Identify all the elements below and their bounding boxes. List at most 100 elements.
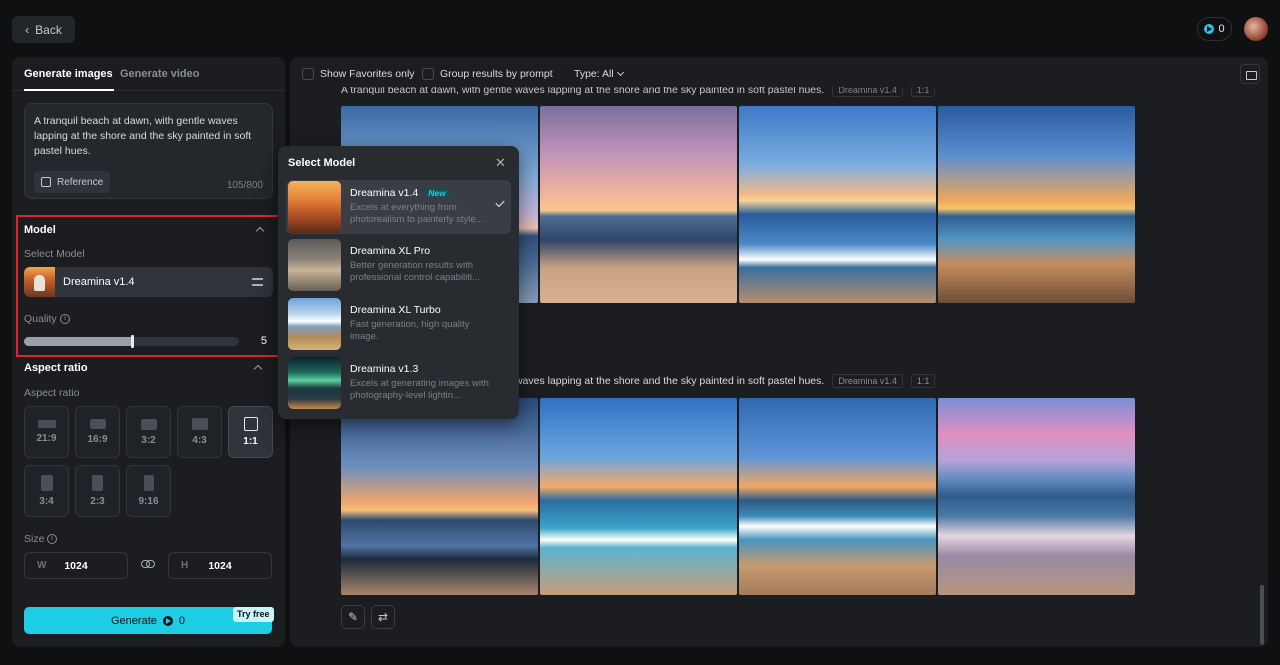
model-option-dreamina-xl-pro[interactable]: Dreamina XL Pro Better generation result… — [286, 238, 511, 292]
generate-tabs: Generate images Generate video — [12, 57, 285, 91]
reference-button[interactable]: Reference — [34, 171, 111, 193]
model-thumbnail — [288, 298, 341, 350]
dropdown-title: Select Model — [288, 157, 356, 169]
size-label: Size — [24, 533, 45, 545]
model-option-name: Dreamina XL Pro — [350, 245, 430, 257]
generate-label: Generate — [111, 614, 157, 627]
aspect-label: 21:9 — [36, 433, 57, 444]
model-thumbnail — [288, 357, 341, 409]
generate-cost: 0 — [178, 614, 185, 627]
model-select[interactable]: Dreamina v1.4 — [24, 267, 273, 297]
quality-slider[interactable] — [24, 335, 239, 348]
aspect-4-3[interactable]: 4:3 — [177, 406, 222, 458]
aspect-ratio-title: Aspect ratio — [24, 362, 88, 374]
close-icon[interactable]: ✕ — [495, 156, 506, 169]
chevron-left-icon: ‹ — [25, 22, 30, 37]
chevron-up-icon[interactable] — [253, 364, 263, 374]
aspect-16-9[interactable]: 16:9 — [75, 406, 120, 458]
model-option-dreamina-v1-4[interactable]: Dreamina v1.4 New Excels at everything f… — [286, 180, 511, 234]
model-thumbnail — [288, 239, 341, 291]
favorites-label[interactable]: Show Favorites only — [320, 68, 415, 80]
aspect-9-16[interactable]: 9:16 — [126, 465, 171, 517]
aspect-label: 3:4 — [39, 496, 54, 507]
tab-generate-images[interactable]: Generate images — [24, 68, 113, 80]
model-option-name: Dreamina XL Turbo — [350, 304, 441, 316]
back-button[interactable]: ‹ Back — [12, 16, 75, 43]
model-option-desc: Excels at everything from photorealism t… — [350, 202, 484, 225]
model-option-desc: Excels at generating images with photogr… — [350, 378, 489, 401]
folder-icon[interactable] — [1240, 64, 1260, 84]
chevron-up-icon[interactable] — [255, 226, 265, 236]
model-option-dreamina-v1-3[interactable]: Dreamina v1.3 Excels at generating image… — [286, 356, 511, 410]
credits-badge[interactable]: 0 — [1197, 17, 1232, 41]
quality-slider-thumb[interactable] — [131, 335, 134, 348]
avatar[interactable] — [1244, 17, 1268, 41]
model-name: Dreamina XL Pro — [350, 245, 431, 257]
ratio-tag: 1:1 — [910, 374, 936, 388]
link-icon[interactable] — [141, 560, 155, 570]
result-image[interactable] — [540, 398, 737, 595]
model-dropdown: Select Model ✕ Dreamina v1.4 New Excels … — [278, 146, 519, 419]
aspect-shape — [92, 475, 103, 491]
group-label[interactable]: Group results by prompt — [440, 68, 553, 80]
model-option-desc: Better generation results with professio… — [350, 260, 480, 283]
favorites-checkbox[interactable] — [302, 68, 314, 80]
type-filter[interactable]: Type: All — [574, 68, 624, 80]
filter-bar: Show Favorites only Group results by pro… — [290, 57, 1268, 89]
width-field[interactable]: W 1024 — [24, 552, 128, 579]
height-value[interactable]: 1024 — [169, 560, 271, 572]
model-name: Dreamina v1.4 — [350, 187, 419, 199]
result-image[interactable] — [938, 398, 1135, 595]
prompt-input[interactable]: A tranquil beach at dawn, with gentle wa… — [24, 103, 273, 199]
info-icon[interactable]: i — [60, 314, 70, 324]
type-label: Type: All — [574, 68, 614, 80]
model-option-desc: Fast generation, high quality image. — [350, 319, 470, 342]
height-field[interactable]: H 1024 — [168, 552, 272, 579]
model-name: Dreamina v1.3 — [350, 363, 419, 375]
regenerate-icon[interactable]: ⇄ — [371, 605, 395, 629]
result-image[interactable] — [341, 398, 538, 595]
aspect-shape — [89, 419, 106, 429]
quality-slider-fill — [24, 337, 132, 346]
aspect-21-9[interactable]: 21:9 — [24, 406, 69, 458]
sliders-icon[interactable] — [252, 277, 263, 287]
check-icon — [495, 197, 505, 208]
edit-icon[interactable]: ✎ — [341, 605, 365, 629]
quality-value: 5 — [260, 335, 267, 347]
aspect-label: 9:16 — [138, 496, 159, 507]
result-image[interactable] — [938, 106, 1135, 303]
aspect-1-1[interactable]: 1:1 — [228, 406, 273, 458]
model-thumbnail — [24, 267, 55, 297]
aspect-3-2[interactable]: 3:2 — [126, 406, 171, 458]
result-image[interactable] — [540, 106, 737, 303]
image-add-icon — [41, 177, 51, 187]
scrollbar[interactable] — [1260, 585, 1264, 645]
char-count: 105/800 — [226, 180, 263, 191]
prompt-text[interactable]: A tranquil beach at dawn, with gentle wa… — [34, 114, 264, 159]
model-option-dreamina-xl-turbo[interactable]: Dreamina XL Turbo Fast generation, high … — [286, 297, 511, 351]
aspect-shape — [143, 475, 154, 491]
aspect-2-3[interactable]: 2:3 — [75, 465, 120, 517]
aspect-ratio-label: Aspect ratio — [24, 387, 80, 399]
info-icon[interactable]: i — [47, 534, 57, 544]
result-image[interactable] — [739, 106, 936, 303]
model-option-name: Dreamina v1.4 New — [350, 187, 450, 199]
result-image[interactable] — [739, 398, 936, 595]
try-free-badge: Try free — [233, 607, 274, 622]
aspect-label: 4:3 — [192, 435, 207, 446]
credit-icon — [1204, 24, 1215, 34]
tab-generate-video[interactable]: Generate video — [120, 68, 199, 80]
reference-label: Reference — [57, 176, 104, 188]
selected-model-name: Dreamina v1.4 — [63, 276, 135, 288]
new-badge: New — [424, 188, 450, 198]
width-value[interactable]: 1024 — [25, 560, 127, 572]
model-thumbnail — [288, 181, 341, 233]
group-checkbox[interactable] — [422, 68, 434, 80]
aspect-3-4[interactable]: 3:4 — [24, 465, 69, 517]
aspect-shape — [40, 475, 53, 491]
credits-count: 0 — [1218, 23, 1225, 35]
tab-underline — [24, 89, 114, 91]
left-panel: Generate images Generate video A tranqui… — [12, 57, 285, 647]
aspect-label: 2:3 — [90, 496, 105, 507]
aspect-label: 16:9 — [87, 434, 108, 445]
